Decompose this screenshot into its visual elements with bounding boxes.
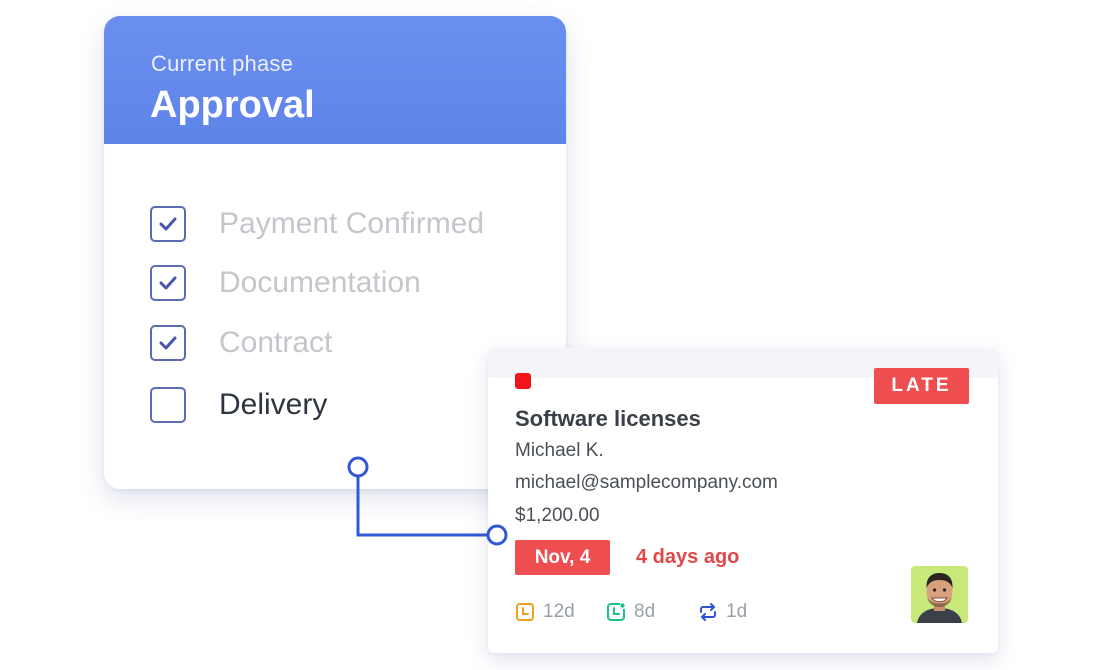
stage: Current phase Approval Payment Confirmed… bbox=[0, 0, 1102, 670]
connector-node-end bbox=[486, 524, 508, 546]
